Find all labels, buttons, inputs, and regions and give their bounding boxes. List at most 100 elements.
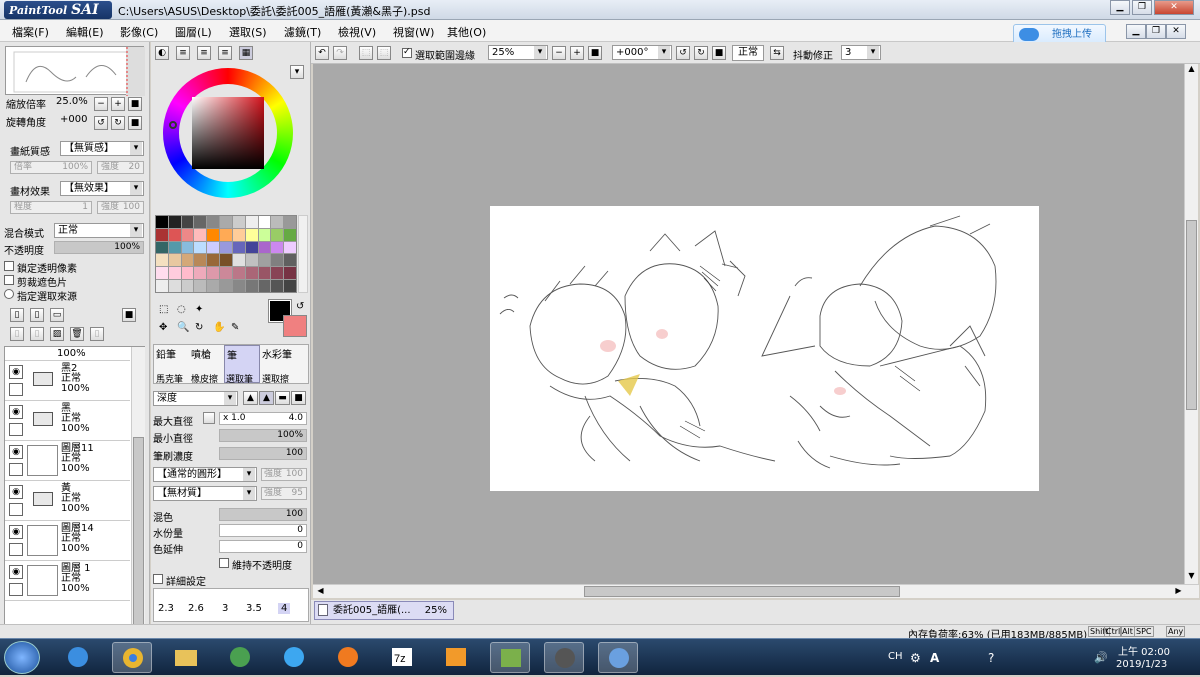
chrome-icon[interactable]: [112, 642, 152, 673]
size-preset[interactable]: 2.3: [158, 603, 174, 614]
vertical-scroll-thumb[interactable]: [1186, 220, 1197, 410]
new-layer-icon[interactable]: ▯: [10, 308, 24, 322]
color-swatch[interactable]: [271, 280, 284, 292]
edge-hard-icon[interactable]: ▬: [275, 391, 290, 405]
volume-icon[interactable]: 🔊: [1094, 651, 1108, 664]
swatch-tab[interactable]: ▦: [239, 46, 253, 60]
new-folder-icon[interactable]: ▭: [50, 308, 64, 322]
tool-eraser[interactable]: 橡皮擦: [191, 372, 218, 385]
invert-select-icon[interactable]: ⬚: [377, 46, 391, 60]
color-swatch[interactable]: [232, 228, 245, 241]
color-swatch[interactable]: [168, 241, 181, 254]
paper-degree-slider[interactable]: 程度 1: [10, 201, 92, 214]
new-linework-layer-icon[interactable]: ▯: [30, 308, 44, 322]
color-swatch[interactable]: [284, 280, 296, 292]
minimize-button[interactable]: ▁: [1110, 0, 1130, 15]
layer-row[interactable]: ◉ 黃正常 100%: [5, 482, 130, 521]
ie-icon[interactable]: [58, 642, 98, 673]
menu-file[interactable]: 檔案(F): [12, 24, 49, 40]
color-swatch[interactable]: [245, 280, 258, 292]
eye-icon[interactable]: ◉: [9, 565, 23, 579]
edge-soft-icon[interactable]: ▲: [243, 391, 258, 405]
color-swatch[interactable]: [168, 267, 181, 280]
lock-checkbox[interactable]: [9, 383, 23, 396]
color-swatch[interactable]: [194, 228, 207, 241]
clipping-checkbox[interactable]: [4, 275, 14, 285]
density-slider[interactable]: 100: [219, 447, 307, 460]
color-swatch[interactable]: [156, 254, 168, 267]
color-swatch[interactable]: [194, 254, 207, 267]
color-swatch[interactable]: [258, 216, 271, 228]
color-swatch[interactable]: [168, 216, 181, 228]
color-swatch[interactable]: [258, 241, 271, 254]
move-icon[interactable]: ✥: [159, 322, 167, 333]
mdi-close-button[interactable]: ✕: [1166, 24, 1186, 39]
edge-medium-icon[interactable]: ▲: [259, 391, 274, 405]
zoom-icon[interactable]: 🔍: [177, 322, 189, 333]
navigator-thumbnail[interactable]: [5, 46, 145, 96]
hand-icon[interactable]: ✋: [213, 322, 225, 333]
zoom-out-button[interactable]: −: [94, 97, 108, 111]
color-swatch[interactable]: [156, 280, 168, 292]
rotate-reset-button[interactable]: ■: [128, 116, 142, 130]
maximize-button[interactable]: ❐: [1132, 0, 1152, 15]
rotate-left-button[interactable]: ↺: [94, 116, 108, 130]
min-size-slider[interactable]: 100%: [219, 429, 307, 442]
tool-pencil[interactable]: 鉛筆: [156, 346, 176, 361]
max-size-slider[interactable]: x 1.0 4.0: [219, 412, 307, 425]
color-swatch[interactable]: [284, 254, 296, 267]
clear-layer-icon[interactable]: ▨: [50, 327, 64, 341]
size-preset-button[interactable]: [203, 412, 215, 424]
horizontal-scroll-thumb[interactable]: [584, 586, 900, 597]
eye-icon[interactable]: ◉: [9, 445, 23, 459]
shape-strength-slider[interactable]: 強度 100: [261, 468, 307, 481]
size-preset-selected[interactable]: 4: [278, 603, 291, 614]
select-edge-checkbox[interactable]: ✓: [402, 47, 412, 58]
rotate-value[interactable]: +000: [60, 114, 87, 125]
brush-texture-select[interactable]: 【無材質】: [153, 486, 257, 501]
color-swatch[interactable]: [207, 267, 220, 280]
size-preset[interactable]: 2.6: [188, 603, 204, 614]
eye-icon[interactable]: ◉: [9, 485, 23, 499]
drawing-canvas[interactable]: [490, 206, 1039, 491]
scroll-down-icon[interactable]: ▼: [1186, 571, 1197, 582]
eyedropper-icon[interactable]: ✎: [231, 322, 239, 333]
scroll-up-icon[interactable]: ▲: [1186, 64, 1197, 75]
menu-filter[interactable]: 濾鏡(T): [284, 24, 321, 40]
color-swatch[interactable]: [220, 254, 232, 267]
color-swatches[interactable]: [155, 215, 297, 293]
color-swatch[interactable]: [245, 254, 258, 267]
stabilizer-select[interactable]: 3: [841, 45, 881, 60]
color-swatch[interactable]: [168, 280, 181, 292]
lock-checkbox[interactable]: [9, 583, 23, 596]
water-slider[interactable]: 0: [219, 524, 307, 537]
ime-icon[interactable]: ⚙: [910, 651, 921, 665]
layer-scrollbar[interactable]: [131, 347, 145, 647]
secondary-color[interactable]: [283, 315, 307, 337]
globe-app-icon[interactable]: [220, 642, 260, 673]
lock-checkbox[interactable]: [9, 423, 23, 436]
canvas-zoom-reset-button[interactable]: ■: [588, 46, 602, 60]
color-swatch[interactable]: [194, 241, 207, 254]
start-button[interactable]: [4, 641, 40, 674]
tool-watercolor[interactable]: 水彩筆: [262, 346, 292, 361]
ime-mode-icon[interactable]: A: [930, 651, 939, 665]
brush-shape-select[interactable]: 【通常的圓形】: [153, 467, 257, 482]
keep-opacity-checkbox[interactable]: [219, 558, 229, 568]
color-swatch[interactable]: [194, 280, 207, 292]
zoom-reset-button[interactable]: ■: [128, 97, 142, 111]
color-swatch[interactable]: [271, 241, 284, 254]
edge-solid-icon[interactable]: ■: [291, 391, 306, 405]
zoom-value[interactable]: 25.0%: [56, 96, 88, 107]
zoom-in-button[interactable]: +: [111, 97, 125, 111]
brush-mode-select[interactable]: 深度: [153, 391, 238, 406]
canvas-rotate-reset-icon[interactable]: ■: [712, 46, 726, 60]
color-swatch[interactable]: [284, 216, 296, 228]
lock-checkbox[interactable]: [9, 463, 23, 476]
angle-select[interactable]: +000°: [612, 45, 672, 60]
size-preset[interactable]: 3.5: [246, 603, 262, 614]
lock-checkbox[interactable]: [9, 503, 23, 516]
layer-row[interactable]: ◉ 圖層14 正常 100%: [5, 522, 130, 561]
color-swatch[interactable]: [271, 228, 284, 241]
color-swatch[interactable]: [181, 216, 194, 228]
